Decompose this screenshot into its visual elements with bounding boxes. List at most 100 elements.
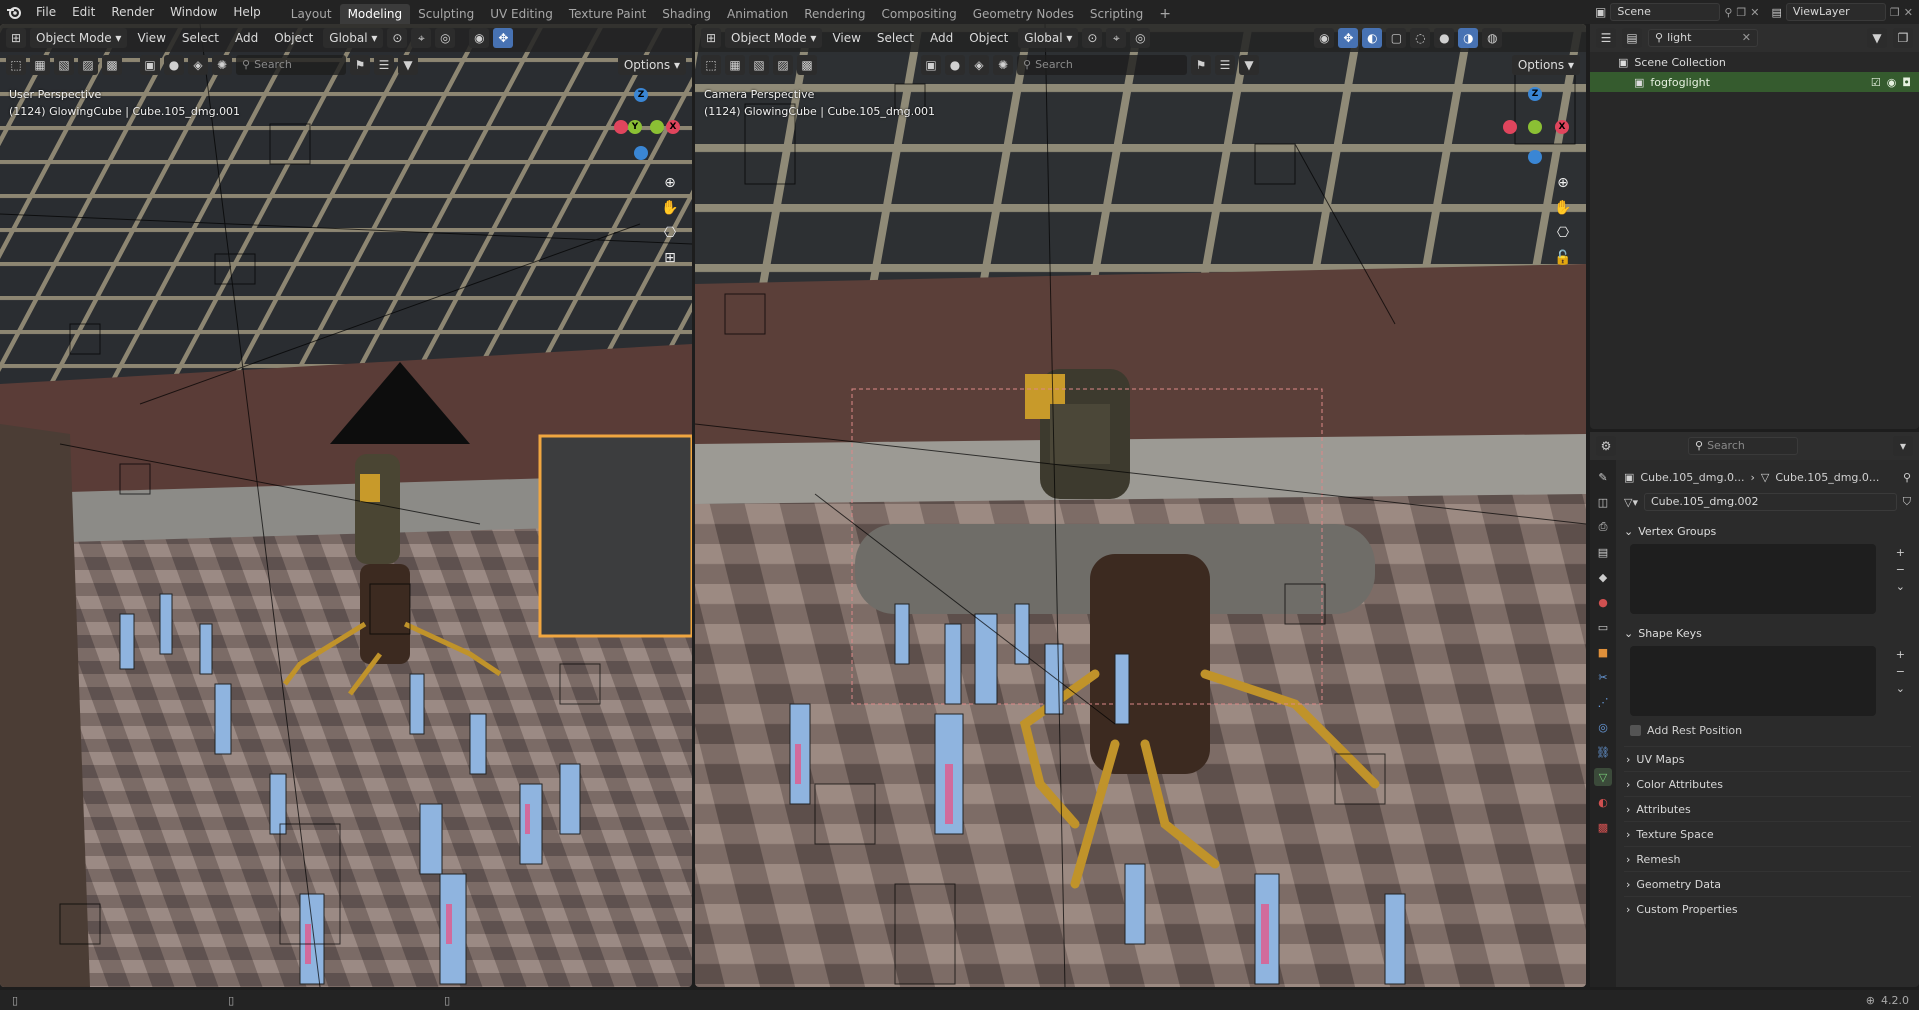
gizmo-toggle-icon[interactable]: ✥ [1338,28,1359,48]
pan-hand-icon[interactable]: ✋ [1551,196,1575,220]
display-mode-icon[interactable]: ▤ [1622,28,1642,48]
filter-camera-icon[interactable]: ◈ [969,55,989,75]
texture-space-panel-header[interactable]: › Texture Space [1624,821,1911,846]
delete-view-layer-icon[interactable]: ✕ [1904,6,1913,19]
visibility-icon[interactable]: ◉ [1314,28,1335,48]
visibility-icon[interactable]: ◉ [469,28,490,48]
scene-selector[interactable]: Scene [1610,3,1721,21]
scene-collection-row[interactable]: ▣ Scene Collection [1590,52,1919,72]
gizmo-toggle-icon[interactable]: ✥ [493,28,514,48]
menu-help[interactable]: Help [225,0,268,24]
camera-view-icon[interactable]: ⎔ [1551,221,1575,245]
tab-geometry-nodes[interactable]: Geometry Nodes [965,4,1082,24]
select-mode-icon[interactable]: ▦ [725,55,745,75]
select-subtract-icon[interactable]: ▨ [78,55,98,75]
shape-keys-panel-header[interactable]: ⌄ Shape Keys [1624,622,1911,644]
material-tab-icon[interactable]: ◐ [1594,793,1612,811]
outliner-editor-type-icon[interactable]: ☰ [1596,28,1616,48]
filter-light-icon[interactable]: ✺ [212,55,232,75]
filter-material-icon[interactable]: ● [945,55,965,75]
editor-type-icon[interactable]: ⊞ [6,28,26,48]
filter-material-icon[interactable]: ● [164,55,184,75]
left-options-dropdown[interactable]: Options ▾ [617,55,686,75]
gizmo-z-axis[interactable]: Z [634,88,648,102]
color-attributes-panel-header[interactable]: › Color Attributes [1624,771,1911,796]
physics-tab-icon[interactable]: ◎ [1594,718,1612,736]
select-menu[interactable]: Select [176,28,225,48]
new-view-layer-icon[interactable]: ❐ [1890,6,1900,19]
right-3d-viewport[interactable]: ⊞ Object Mode ▾ View Select Add Object G… [695,24,1586,987]
object-tab-icon[interactable]: ■ [1594,643,1612,661]
constraints-tab-icon[interactable]: ⛓ [1594,743,1612,761]
view-layer-icon[interactable]: ▤ [1772,6,1782,19]
lock-camera-icon[interactable]: 🔓 [1551,246,1575,270]
filter-icon[interactable]: ▼ [398,55,418,75]
outliner-search-field[interactable]: ⚲ light ✕ [1648,29,1758,47]
select-menu[interactable]: Select [871,28,920,48]
transform-orientation-dropdown[interactable]: Global ▾ [323,28,384,48]
output-tab-icon[interactable]: ⎙ [1594,518,1612,536]
bookmark-icon[interactable]: ⚑ [1191,55,1211,75]
right-search-field[interactable]: ⚲ Search [1017,55,1187,75]
remove-shape-key-icon[interactable]: − [1896,665,1905,678]
pivot-icon[interactable]: ⊙ [387,28,408,48]
view-layer-tab-icon[interactable]: ▤ [1594,543,1612,561]
view-menu[interactable]: View [826,28,866,48]
select-extend-icon[interactable]: ▧ [54,55,74,75]
camera-view-icon[interactable]: ⎔ [658,221,682,245]
object-menu[interactable]: Object [268,28,319,48]
custom-properties-panel-header[interactable]: › Custom Properties [1624,896,1911,921]
delete-scene-icon[interactable]: ✕ [1750,6,1759,19]
select-invert-icon[interactable]: ▩ [797,55,817,75]
mesh-data-tab-icon[interactable]: ▽ [1594,768,1612,786]
select-box-icon[interactable]: ⬚ [701,55,721,75]
zoom-icon[interactable]: ⊕ [1551,171,1575,195]
pan-hand-icon[interactable]: ✋ [658,196,682,220]
tab-rendering[interactable]: Rendering [796,4,873,24]
snap-icon[interactable]: ⌖ [411,28,432,48]
filter-mesh-icon[interactable]: ▣ [140,55,160,75]
material-shading-icon[interactable]: ◑ [1458,28,1479,48]
filter-mesh-icon[interactable]: ▣ [921,55,941,75]
properties-search-field[interactable]: ⚲ Search [1688,437,1798,455]
fake-user-shield-icon[interactable]: ⛉ [1903,495,1911,509]
tab-animation[interactable]: Animation [719,4,796,24]
mesh-data-icon[interactable]: ▽▾ [1624,496,1638,509]
rendered-shading-icon[interactable]: ◍ [1482,28,1503,48]
gizmo-neg-y-axis[interactable] [650,120,664,134]
vertex-group-menu-icon[interactable]: ⌄ [1896,580,1905,593]
add-menu[interactable]: Add [229,28,264,48]
render-tab-icon[interactable]: ◫ [1594,493,1612,511]
remesh-panel-header[interactable]: › Remesh [1624,846,1911,871]
sort-icon[interactable]: ☰ [374,55,394,75]
particles-tab-icon[interactable]: ⋰ [1594,693,1612,711]
eye-icon[interactable]: ◉ [1887,76,1897,89]
view-layer-selector[interactable]: ViewLayer [1785,3,1886,21]
object-mode-dropdown[interactable]: Object Mode ▾ [725,28,823,48]
gizmo-neg-x-axis[interactable] [1503,120,1517,134]
select-mode-icon[interactable]: ▦ [30,55,50,75]
new-collection-icon[interactable]: ❐ [1893,28,1913,48]
add-workspace-icon[interactable]: + [1151,4,1179,24]
vertex-groups-panel-header[interactable]: ⌄ Vertex Groups [1624,520,1911,542]
tab-texture-paint[interactable]: Texture Paint [561,4,654,24]
solid-shading-icon[interactable]: ● [1434,28,1455,48]
checkbox-icon[interactable]: ☑ [1871,76,1881,89]
xray-icon[interactable]: ▢ [1386,28,1407,48]
proportional-edit-icon[interactable]: ◎ [435,28,456,48]
outliner-filter-icon[interactable]: ▼ [1867,28,1887,48]
menu-render[interactable]: Render [103,0,162,24]
select-invert-icon[interactable]: ▩ [102,55,122,75]
tab-compositing[interactable]: Compositing [873,4,964,24]
shape-key-menu-icon[interactable]: ⌄ [1896,682,1905,695]
ortho-grid-icon[interactable]: ⊞ [658,246,682,270]
filter-icon[interactable]: ▼ [1239,55,1259,75]
filter-camera-icon[interactable]: ◈ [188,55,208,75]
properties-editor-type-icon[interactable]: ⚙ [1596,436,1616,456]
geometry-data-panel-header[interactable]: › Geometry Data [1624,871,1911,896]
tab-layout[interactable]: Layout [283,4,340,24]
properties-options-icon[interactable]: ▾ [1893,436,1913,456]
object-menu[interactable]: Object [963,28,1014,48]
right-options-dropdown[interactable]: Options ▾ [1511,55,1580,75]
mesh-name-field[interactable]: Cube.105_dmg.002 [1643,493,1897,511]
